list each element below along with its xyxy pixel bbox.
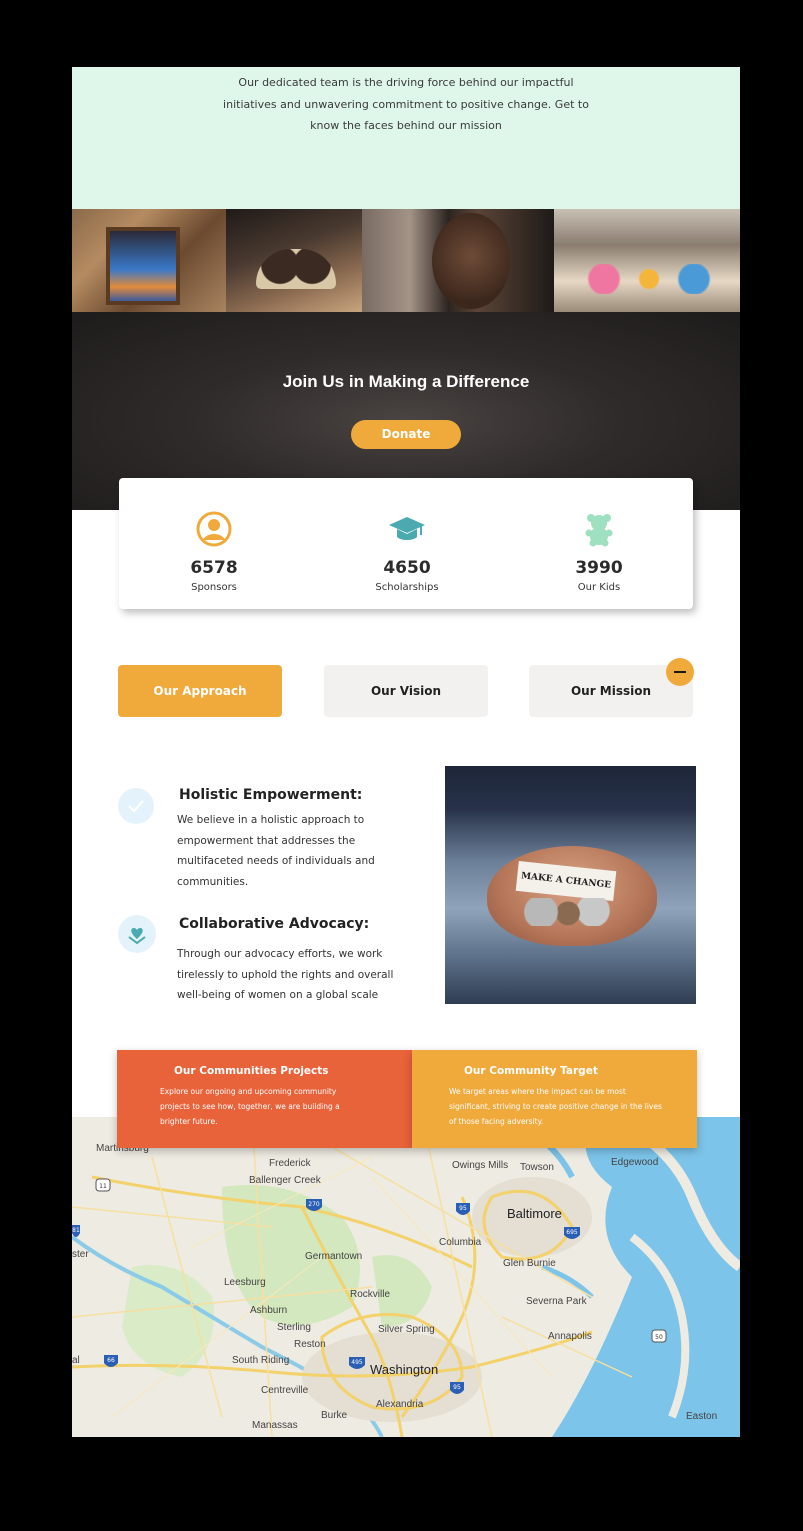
map-label: Sterling	[277, 1322, 311, 1333]
map-label: Alexandria	[376, 1399, 424, 1410]
page: Our dedicated team is the driving force …	[72, 67, 740, 1437]
team-intro-text: Our dedicated team is the driving force …	[223, 76, 589, 132]
map-label: al	[72, 1355, 80, 1366]
team-intro-section: Our dedicated team is the driving force …	[72, 67, 740, 209]
children-desk-photo	[226, 209, 362, 312]
svg-text:695: 695	[566, 1229, 578, 1236]
map-label: Baltimore	[507, 1206, 562, 1221]
map-label: Centreville	[261, 1385, 309, 1396]
map-label: ster	[72, 1249, 89, 1260]
map-label: Reston	[294, 1339, 326, 1350]
stat-value: 3990	[575, 558, 623, 578]
svg-text:66: 66	[107, 1357, 115, 1364]
coins	[523, 898, 613, 926]
classroom-meal-photo	[554, 209, 740, 312]
approach-item-text: We believe in a holistic approach to emp…	[177, 814, 375, 888]
stats-card: 6578 Sponsors 4650 Scholarships 3990 Our…	[119, 478, 693, 609]
map-label: Annapolis	[548, 1331, 592, 1342]
donate-button[interactable]: Donate	[351, 420, 461, 449]
checkmark-icon	[118, 788, 154, 824]
banner-title: Join Us in Making a Difference	[282, 372, 530, 391]
map-label: Leesburg	[224, 1277, 266, 1288]
communities-projects-text: Explore our ongoing and upcoming communi…	[160, 1087, 340, 1126]
map-label: Edgewood	[611, 1157, 659, 1168]
approach-item-text: Through our advocacy efforts, we work ti…	[177, 948, 394, 1001]
svg-text:495: 495	[351, 1359, 363, 1366]
map-label: Columbia	[439, 1237, 482, 1248]
community-target-title: Our Community Target	[464, 1065, 598, 1077]
stat-label: Scholarships	[375, 582, 439, 593]
communities-projects-card[interactable]: Our Communities Projects Explore our ong…	[117, 1050, 412, 1148]
community-target-card[interactable]: Our Community Target We target areas whe…	[412, 1050, 697, 1148]
map-label: Owings Mills	[452, 1160, 509, 1171]
smiling-child-photo	[362, 209, 554, 312]
svg-text:95: 95	[453, 1384, 461, 1391]
map-label: Burke	[321, 1410, 348, 1421]
map-label: Silver Spring	[378, 1324, 435, 1335]
stat-value: 4650	[383, 558, 431, 578]
map-label: Frederick	[269, 1158, 311, 1169]
approach-item-title: Holistic Empowerment:	[179, 787, 363, 803]
svg-text:95: 95	[459, 1205, 467, 1212]
community-map[interactable]: 11 270 95 695 495 66 95 50 81 Martinsbur…	[72, 1117, 740, 1437]
make-a-change-photo: MAKE A CHANGE	[445, 766, 696, 1004]
map-label: Manassas	[252, 1420, 298, 1431]
graduation-cap-icon	[389, 517, 425, 540]
svg-text:50: 50	[655, 1334, 663, 1341]
children-window-photo	[72, 209, 226, 312]
heart-hands-icon	[118, 915, 156, 953]
communities-projects-title: Our Communities Projects	[174, 1065, 329, 1077]
map-label: Germantown	[305, 1251, 363, 1262]
tab-our-vision[interactable]: Our Vision	[324, 665, 488, 717]
map-label: Ballenger Creek	[249, 1175, 321, 1186]
svg-text:270: 270	[308, 1201, 320, 1208]
map-label: Glen Burnie	[503, 1258, 556, 1269]
community-target-text: We target areas where the impact can be …	[449, 1087, 662, 1126]
stat-label: Sponsors	[191, 582, 237, 593]
teddy-bear-icon	[585, 514, 613, 547]
map-label: Towson	[520, 1162, 554, 1173]
map-label: Washington	[370, 1362, 439, 1377]
stat-label: Our Kids	[577, 582, 621, 593]
photo-strip	[72, 209, 740, 312]
stat-value: 6578	[190, 558, 238, 578]
user-circle-icon	[196, 511, 232, 547]
map-label: Rockville	[350, 1289, 391, 1300]
svg-text:81: 81	[72, 1227, 80, 1234]
tab-our-approach[interactable]: Our Approach	[118, 665, 282, 717]
map-label: Severna Park	[526, 1296, 587, 1307]
map-label: Easton	[686, 1411, 718, 1422]
collapse-minus-icon[interactable]	[666, 658, 694, 686]
approach-item-title: Collaborative Advocacy:	[179, 916, 370, 932]
map-label: Ashburn	[250, 1305, 288, 1316]
svg-text:11: 11	[99, 1183, 107, 1190]
map-label: South Riding	[232, 1355, 290, 1366]
